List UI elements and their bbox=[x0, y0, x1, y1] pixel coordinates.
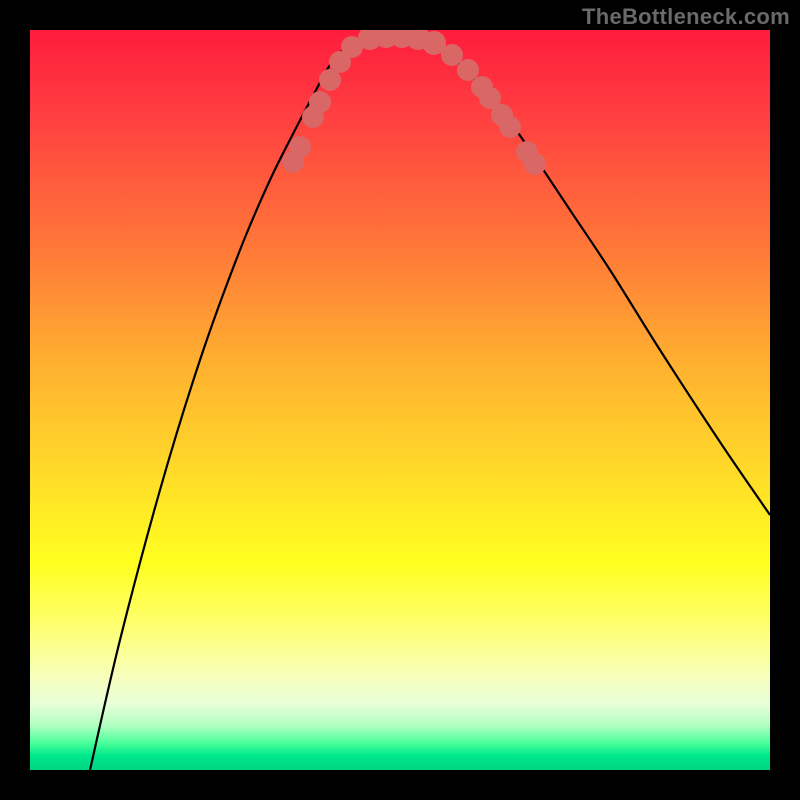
curve-marker bbox=[524, 153, 546, 175]
curve-marker bbox=[457, 59, 479, 81]
curve-marker bbox=[441, 44, 463, 66]
curve-marker bbox=[289, 136, 311, 158]
chart-svg bbox=[30, 30, 770, 770]
watermark-text: TheBottleneck.com bbox=[582, 4, 790, 30]
bottleneck-curve bbox=[90, 33, 770, 770]
chart-plot-area bbox=[30, 30, 770, 770]
curve-marker bbox=[499, 116, 521, 138]
curve-marker bbox=[309, 91, 331, 113]
curve-markers bbox=[282, 30, 546, 175]
